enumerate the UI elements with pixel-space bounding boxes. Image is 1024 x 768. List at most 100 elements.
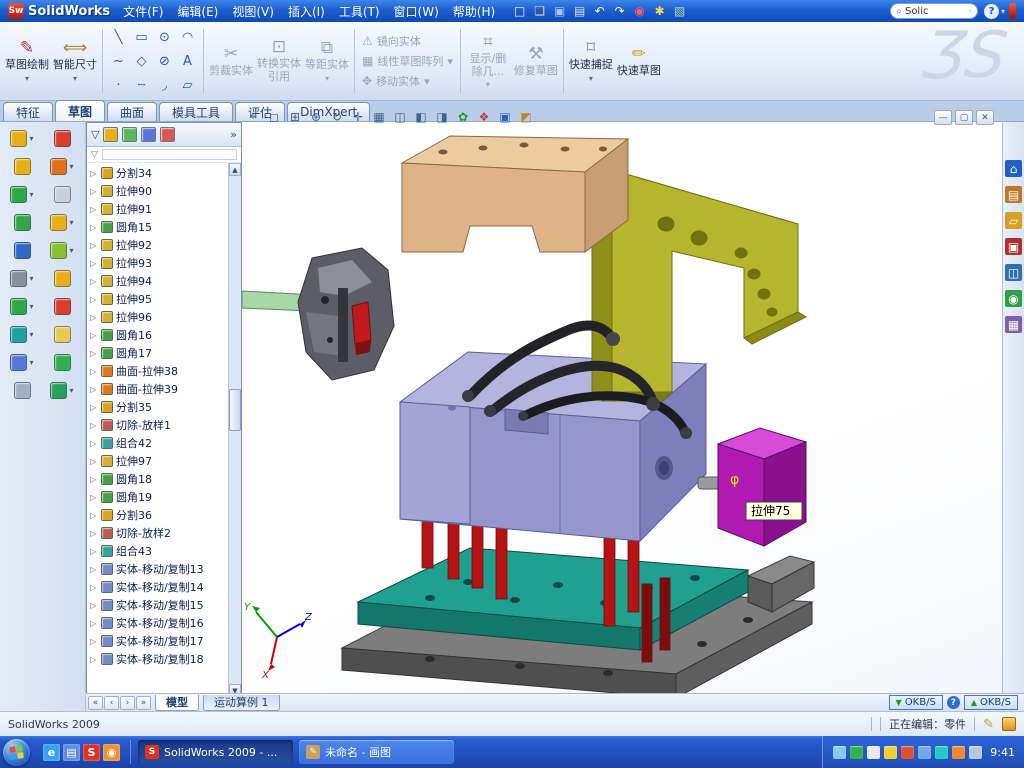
feature-tree-item[interactable]: ▷ 拉伸97 [87,452,228,470]
mold-block-3d[interactable] [400,352,728,541]
toolbar-icon[interactable]: ↶ [590,2,609,20]
caret-icon[interactable]: ▾ [69,218,73,227]
feature-tree-item[interactable]: ▷ 实体-移动/复制15 [87,596,228,614]
expand-arrow-icon[interactable]: ▷ [90,205,98,214]
caret-icon[interactable]: ▾ [447,55,453,68]
left-tool-button[interactable]: ▾ [2,212,42,233]
caret-icon[interactable]: ▾ [69,386,73,395]
task-pane-icon[interactable]: ⌂ [1005,160,1022,177]
feature-tree-item[interactable]: ▷ 曲面-拉伸38 [87,362,228,380]
left-tool-button[interactable]: ▾ [42,184,82,205]
task-window-button[interactable]: ✎ 未命名 - 画图 [299,740,454,764]
caret-icon[interactable]: ▾ [589,74,593,83]
window-control-button[interactable]: ✕ [976,110,994,125]
menu-item[interactable]: 文件(F) [116,0,170,23]
expand-arrow-icon[interactable]: ▷ [90,169,98,178]
sketch-button[interactable]: ✎ 草图绘制 ▾ [4,24,50,98]
caret-icon[interactable]: ▾ [486,80,490,89]
feature-tree-item[interactable]: ▷ 曲面-拉伸39 [87,380,228,398]
expand-arrow-icon[interactable]: ▷ [90,331,98,340]
toolbar-icon[interactable]: □ [510,2,529,20]
feature-tree-item[interactable]: ▷ 拉伸95 [87,290,228,308]
caret-icon[interactable]: ▾ [69,162,73,171]
feature-tree-item[interactable]: ▷ 组合43 [87,542,228,560]
view-tool-icon[interactable]: ◧ [412,108,430,125]
caret-icon[interactable]: ▾ [29,190,33,199]
toolbar-icon[interactable]: ▤ [570,2,589,20]
view-tool-icon[interactable]: ◩ [517,108,535,125]
motion-study-tab[interactable]: 运动算例 1 [203,695,280,711]
expand-arrow-icon[interactable]: ▷ [90,565,98,574]
caret-icon[interactable]: ▾ [325,74,329,83]
sketch-entity-icon[interactable]: ╲ [107,25,130,49]
expand-arrow-icon[interactable]: ▷ [90,187,98,196]
caret-icon[interactable]: ▾ [29,330,33,339]
expand-arrow-icon[interactable]: ▷ [90,493,98,502]
task-pane-icon[interactable]: ◫ [1005,264,1022,281]
caret-icon[interactable]: ▾ [29,274,33,283]
trim-entities-button[interactable]: ✂ 剪裁实体 [208,24,254,98]
task-pane-icon[interactable]: ▤ [1005,186,1022,203]
sketch-entity-icon[interactable]: ⊘ [153,49,176,73]
view-tool-icon[interactable]: ◨ [433,108,451,125]
feature-tree-item[interactable]: ▷ 拉伸94 [87,272,228,290]
view-tool-icon[interactable]: ✿ [454,108,472,125]
smart-dimension-button[interactable]: ⟺ 智能尺寸 ▾ [52,24,98,98]
panel-tab-icon[interactable] [122,127,137,142]
tray-icon[interactable] [969,746,982,759]
caret-icon[interactable]: ▾ [29,358,33,367]
left-tool-button[interactable]: ▾ [2,240,42,261]
view-tool-icon[interactable]: ✛ [349,108,367,125]
filter-icon[interactable]: ▽ [91,150,98,160]
ribbon-tab[interactable]: 特征 [3,102,53,121]
view-tool-icon[interactable]: ❖ [475,108,493,125]
expand-arrow-icon[interactable]: ▷ [90,421,98,430]
tray-icon[interactable] [833,746,846,759]
sketch-entity-icon[interactable]: A [176,49,199,73]
left-tool-button[interactable]: ▾ [2,128,42,149]
task-pane-icon[interactable]: ▦ [1005,316,1022,333]
toolbar-icon[interactable]: ▧ [670,2,689,20]
feature-tree-item[interactable]: ▷ 分割34 [87,164,228,182]
tree-vertical-scrollbar[interactable]: ▲ ▼ [228,163,241,697]
feature-tree-item[interactable]: ▷ 实体-移动/复制18 [87,650,228,668]
left-tool-button[interactable]: ▾ [42,324,82,345]
left-tool-button[interactable]: ▾ [2,268,42,289]
expand-arrow-icon[interactable]: ▷ [90,619,98,628]
ribbon-tab[interactable]: 曲面 [107,102,157,121]
left-tool-button[interactable]: ▾ [2,352,42,373]
ribbon-tab[interactable]: 模具工具 [159,102,233,121]
left-tool-button[interactable]: ▾ [2,324,42,345]
ribbon-tab[interactable]: 草图 [55,100,105,121]
expand-arrow-icon[interactable]: ▷ [90,259,98,268]
feature-tree-item[interactable]: ▷ 圆角19 [87,488,228,506]
start-button[interactable] [3,739,30,766]
caret-icon[interactable]: ▾ [29,134,33,143]
caret-icon[interactable]: ▾ [69,246,73,255]
feature-tree-item[interactable]: ▷ 分割36 [87,506,228,524]
tray-icon[interactable] [850,746,863,759]
rapid-sketch-button[interactable]: ✏ 快速草图 [616,24,662,98]
view-tool-icon[interactable]: ▣ [496,108,514,125]
expand-arrow-icon[interactable]: ▷ [90,655,98,664]
window-control-button[interactable]: ▢ [955,110,973,125]
caret-icon[interactable]: ▾ [73,74,77,83]
panel-menu-icon[interactable]: ▽ [91,128,99,141]
sketch-entity-icon[interactable]: ~ [107,49,130,73]
help-caret-icon[interactable]: ▾ [1001,7,1005,16]
tray-icon[interactable] [867,746,880,759]
view-tool-icon[interactable]: ⊕ [307,108,325,125]
feature-tree-item[interactable]: ▷ 实体-移动/复制14 [87,578,228,596]
feature-tree-item[interactable]: ▷ 拉伸92 [87,236,228,254]
toolbar-icon[interactable]: ▣ [550,2,569,20]
panel-tab-icon[interactable] [103,127,118,142]
expand-arrow-icon[interactable]: ▷ [90,277,98,286]
quick-launch-icon[interactable]: ◉ [103,744,120,761]
task-pane-icon[interactable]: ◉ [1005,290,1022,307]
caret-icon[interactable]: ▾ [424,75,430,88]
expand-arrow-icon[interactable]: ▷ [90,439,98,448]
collapse-ribbon-icon[interactable] [1009,3,1016,19]
top-plate-3d[interactable] [402,136,628,252]
toolbar-icon[interactable]: ✱ [650,2,669,20]
sketch-entity-icon[interactable]: ▱ [176,73,199,97]
